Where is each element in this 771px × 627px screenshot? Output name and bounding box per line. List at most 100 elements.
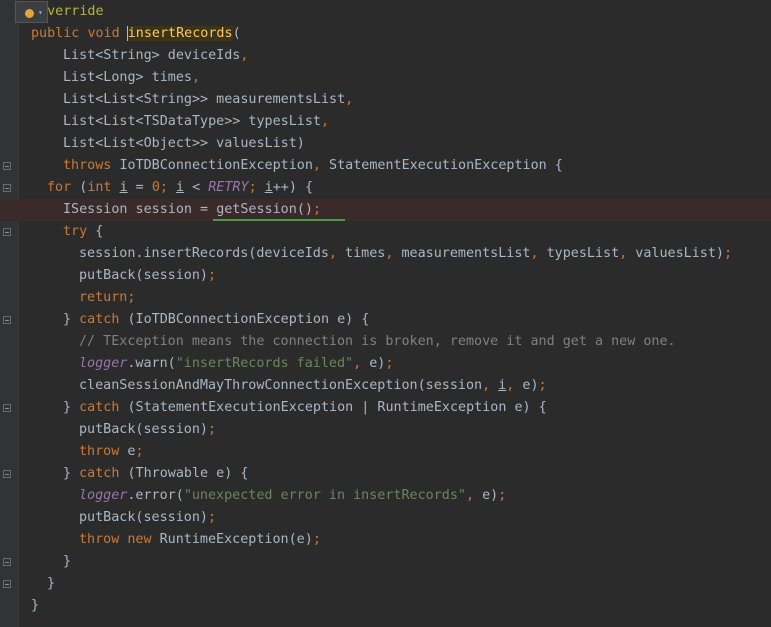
code-token: (IoTDBConnectionException e) { <box>127 312 370 327</box>
code-token: , <box>312 158 330 173</box>
code-token: ; <box>159 180 176 195</box>
code-token: } <box>63 554 72 569</box>
code-token: , <box>192 70 201 85</box>
code-text: putBack(session); <box>79 419 216 441</box>
fold-toggle-icon[interactable] <box>3 184 11 192</box>
code-text: return; <box>79 287 135 309</box>
code-token: e) <box>522 378 539 393</box>
code-text: List<List<TSDataType>> typesList, <box>63 111 329 133</box>
code-text: logger.warn("insertRecords failed", e); <box>79 353 393 375</box>
code-token: (Throwable e) { <box>127 466 249 481</box>
code-line[interactable]: } <box>0 551 771 573</box>
code-token: session.insertRecords(deviceIds <box>79 246 329 261</box>
fold-toggle-icon[interactable] <box>3 316 11 324</box>
code-token: e) <box>369 356 386 371</box>
code-line[interactable]: } catch (StatementExecutionException | R… <box>0 397 771 419</box>
code-token: .warn( <box>127 356 176 371</box>
code-token: new <box>127 532 160 547</box>
code-line[interactable]: throw e; <box>0 441 771 463</box>
code-line[interactable]: } <box>0 573 771 595</box>
code-line[interactable]: // TException means the connection is br… <box>0 331 771 353</box>
code-text: putBack(session); <box>79 265 216 287</box>
code-text: List<List<String>> measurementsList, <box>63 89 353 111</box>
code-line[interactable]: cleanSessionAndMayThrowConnectionExcepti… <box>0 375 771 397</box>
code-token: public <box>31 26 88 41</box>
code-token: , <box>506 378 523 393</box>
code-token: ; <box>135 444 144 459</box>
code-token: RuntimeException(e) <box>159 532 313 547</box>
code-text: public void insertRecords( <box>31 23 241 45</box>
fold-toggle-icon[interactable] <box>3 162 11 170</box>
code-token: getSession <box>216 202 297 217</box>
code-token: insertRecords <box>127 26 233 41</box>
code-line[interactable]: putBack(session); <box>0 507 771 529</box>
code-token: , <box>328 246 346 261</box>
code-token: , <box>240 48 249 63</box>
code-line[interactable]: session.insertRecords(deviceIds, times, … <box>0 243 771 265</box>
code-token: } <box>63 312 80 327</box>
code-line[interactable]: public void insertRecords( <box>0 23 771 45</box>
code-token: putBack(session) <box>79 510 208 525</box>
intention-actions-button[interactable]: ▾ <box>15 1 48 23</box>
code-text: List<List<Object>> valuesList) <box>63 133 305 155</box>
code-line[interactable]: logger.warn("insertRecords failed", e); <box>0 353 771 375</box>
code-token: throw <box>79 532 128 547</box>
code-line[interactable]: return; <box>0 287 771 309</box>
code-token: List<List<String>> measurementsList <box>63 92 346 107</box>
code-token: throw <box>79 444 128 459</box>
code-token: 0 <box>151 180 160 195</box>
code-token: for <box>47 180 80 195</box>
code-line[interactable]: List<List<TSDataType>> typesList, <box>0 111 771 133</box>
code-line[interactable]: List<Long> times, <box>0 67 771 89</box>
code-line[interactable]: } <box>0 595 771 617</box>
code-token: , <box>353 356 370 371</box>
code-line[interactable]: logger.error("unexpected error in insert… <box>0 485 771 507</box>
code-token: "insertRecords failed" <box>175 356 354 371</box>
code-token: e) <box>482 488 499 503</box>
code-token: ; <box>208 268 217 283</box>
code-token: valuesList) <box>635 246 724 261</box>
code-token: } <box>63 400 80 415</box>
code-text: ISession session = getSession(); <box>63 199 321 221</box>
code-token: void <box>87 26 128 41</box>
code-token: , <box>530 246 547 261</box>
code-token: ; <box>312 532 321 547</box>
code-line[interactable]: putBack(session); <box>0 419 771 441</box>
code-token: ; <box>498 488 507 503</box>
code-token: typesList <box>546 246 620 261</box>
code-token: , <box>619 246 636 261</box>
code-line[interactable]: } catch (IoTDBConnectionException e) { <box>0 309 771 331</box>
code-token: IoTDBConnectionException <box>119 158 313 173</box>
code-line[interactable]: List<List<String>> measurementsList, <box>0 89 771 111</box>
code-editor[interactable]: @Override public void insertRecords(List<… <box>0 0 771 627</box>
code-line[interactable]: ISession session = getSession(); <box>0 199 771 221</box>
code-line[interactable]: putBack(session); <box>0 265 771 287</box>
code-token: // TException means the connection is br… <box>79 334 676 349</box>
code-token: } <box>31 598 40 613</box>
code-line[interactable]: try { <box>0 221 771 243</box>
code-token: } <box>47 576 56 591</box>
code-line[interactable]: for (int i = 0; i < RETRY; i++) { <box>0 177 771 199</box>
code-line[interactable]: throw new RuntimeException(e); <box>0 529 771 551</box>
code-token: ISession session = <box>63 202 217 217</box>
code-token: ; <box>723 246 733 261</box>
code-line[interactable]: } catch (Throwable e) { <box>0 463 771 485</box>
code-line[interactable]: @Override <box>0 1 771 23</box>
code-token: < <box>184 180 209 195</box>
code-token: try <box>63 224 96 239</box>
code-token: , <box>465 488 483 503</box>
fold-toggle-icon[interactable] <box>3 228 11 236</box>
code-token: , <box>482 378 499 393</box>
fold-toggle-icon[interactable] <box>3 580 11 588</box>
fold-toggle-icon[interactable] <box>3 404 11 412</box>
code-token: i <box>176 180 185 195</box>
code-text: for (int i = 0; i < RETRY; i++) { <box>47 177 313 199</box>
code-text: // TException means the connection is br… <box>79 331 676 353</box>
code-token: times <box>345 246 386 261</box>
code-line[interactable]: List<List<Object>> valuesList) <box>0 133 771 155</box>
code-line[interactable]: List<String> deviceIds, <box>0 45 771 67</box>
code-token: ; <box>312 202 321 217</box>
fold-toggle-icon[interactable] <box>3 470 11 478</box>
fold-toggle-icon[interactable] <box>3 558 11 566</box>
code-line[interactable]: throws IoTDBConnectionException, Stateme… <box>0 155 771 177</box>
